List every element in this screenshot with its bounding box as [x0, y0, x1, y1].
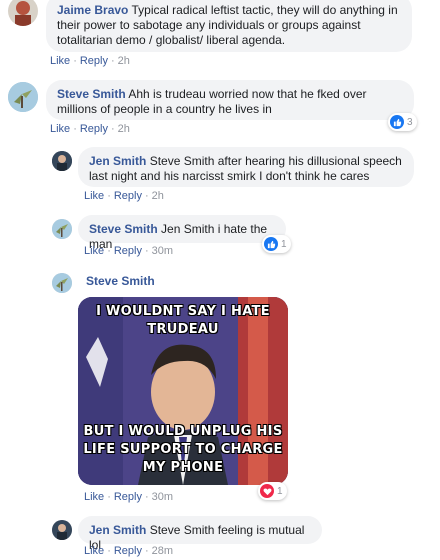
- avatar-steve-smith[interactable]: [8, 82, 38, 112]
- comment-bubble: Jaime Bravo Typical radical leftist tact…: [46, 0, 412, 52]
- like-icon: [390, 115, 404, 129]
- comment-actions: Like · Reply · 30m: [84, 245, 174, 257]
- commenter-name[interactable]: Steve Smith: [89, 222, 158, 236]
- comment-bubble: Steve Smith Jen Smith i hate the man: [78, 215, 286, 251]
- meme-top-text: I WOULDNT SAY I HATE TRUDEAU: [96, 304, 270, 337]
- timestamp[interactable]: 28m: [152, 545, 173, 557]
- reply-link[interactable]: Reply: [114, 190, 142, 202]
- comment-actions: Like · Reply · 28m: [84, 545, 174, 557]
- reply-link[interactable]: Reply: [114, 491, 142, 503]
- timestamp[interactable]: 30m: [152, 491, 173, 503]
- comment-actions: Like · Reply · 30m: [84, 491, 174, 503]
- commenter-name[interactable]: Jaime Bravo: [57, 3, 128, 17]
- reply-link[interactable]: Reply: [80, 55, 108, 67]
- timestamp[interactable]: 2h: [118, 55, 130, 67]
- comment-bubble: Jen Smith Steve Smith feeling is mutual …: [78, 516, 322, 552]
- reply-link[interactable]: Reply: [114, 245, 142, 257]
- meme-bottom-text: BUT I WOULD UNPLUG HIS LIFE SUPPORT TO C…: [83, 424, 283, 475]
- like-link[interactable]: Like: [84, 545, 104, 557]
- comment-actions: Like · Reply · 2h: [84, 190, 164, 202]
- commenter-name[interactable]: Jen Smith: [89, 523, 146, 537]
- like-link[interactable]: Like: [84, 491, 104, 503]
- avatar-jaime-bravo[interactable]: [8, 0, 38, 26]
- reply-link[interactable]: Reply: [114, 545, 142, 557]
- avatar-steve-smith[interactable]: [52, 219, 72, 239]
- avatar-steve-smith[interactable]: [52, 273, 72, 293]
- commenter-name[interactable]: Jen Smith: [89, 154, 146, 168]
- reply-link[interactable]: Reply: [80, 123, 108, 135]
- commenter-name[interactable]: Steve Smith: [57, 87, 126, 101]
- like-link[interactable]: Like: [50, 123, 70, 135]
- comment-actions: Like · Reply · 2h: [50, 123, 130, 135]
- comment-actions: Like · Reply · 2h: [50, 55, 130, 67]
- reaction-count[interactable]: 3: [388, 113, 417, 131]
- timestamp[interactable]: 2h: [118, 123, 130, 135]
- like-icon: [264, 237, 278, 251]
- like-link[interactable]: Like: [50, 55, 70, 67]
- comment-bubble: Steve Smith Ahh is trudeau worried now t…: [46, 80, 414, 120]
- meme-image[interactable]: I WOULDNT SAY I HATE TRUDEAU BUT I WOULD…: [78, 297, 288, 485]
- like-link[interactable]: Like: [84, 245, 104, 257]
- timestamp[interactable]: 2h: [152, 190, 164, 202]
- timestamp[interactable]: 30m: [152, 245, 173, 257]
- avatar-jen-smith[interactable]: [52, 151, 72, 171]
- comment-bubble: Jen Smith Steve Smith after hearing his …: [78, 147, 414, 187]
- reaction-count[interactable]: 1: [258, 482, 287, 500]
- love-icon: [260, 484, 274, 498]
- reaction-count[interactable]: 1: [262, 235, 291, 253]
- avatar-jen-smith[interactable]: [52, 520, 72, 540]
- like-link[interactable]: Like: [84, 190, 104, 202]
- commenter-name[interactable]: Steve Smith: [86, 274, 155, 288]
